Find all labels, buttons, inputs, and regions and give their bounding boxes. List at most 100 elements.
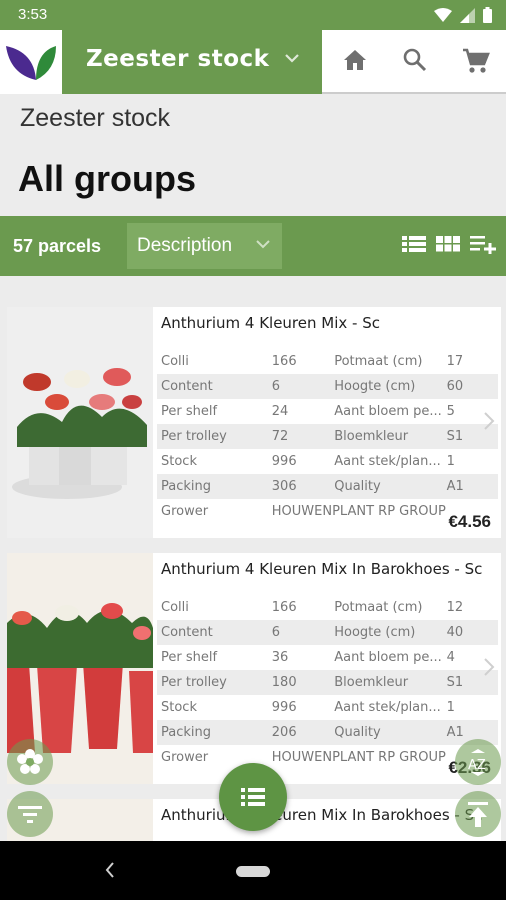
sort-dropdown[interactable]: Description (127, 223, 282, 269)
spec-label: Packing (157, 720, 268, 745)
cart-icon[interactable] (462, 47, 490, 75)
spec-row: Content 6 Hoogte (cm) 60 (157, 374, 498, 399)
spec-value: 206 (267, 720, 331, 745)
settings-fab[interactable] (7, 739, 53, 785)
scroll-top-fab[interactable] (455, 791, 501, 837)
home-icon[interactable] (342, 47, 368, 73)
spec-label: Hoogte (cm) (330, 620, 443, 645)
spec-value: 12 (446, 600, 464, 615)
chevron-right-icon[interactable] (483, 657, 495, 677)
page-title: All groups (18, 158, 196, 199)
product-image (7, 307, 153, 538)
flower-settings-icon (17, 749, 43, 774)
spec-label: Aant bloem pe... (334, 650, 442, 665)
sort-az-icon: AZ (468, 749, 486, 776)
spec-label: Aant stek/plan... (334, 700, 441, 715)
chevron-down-icon (256, 240, 270, 249)
leaf-logo-icon (6, 46, 56, 80)
spec-value: 1 (446, 700, 455, 715)
add-to-list-icon[interactable] (470, 234, 496, 254)
product-card[interactable]: Anthurium 4 Kleuren Mix - Sc Colli 166 Pot… (7, 307, 501, 538)
spec-row: Per trolley 72 Bloemkleur S1 (157, 424, 498, 449)
status-time: 3:53 (18, 6, 48, 23)
filter-bar: 57 parcels Description (0, 216, 506, 276)
spec-value: 72 (267, 424, 331, 449)
arrow-up-to-top-icon (468, 802, 488, 827)
app-title[interactable]: Zeester stock (86, 46, 269, 72)
spec-row: Grower HOUWENPLANT RP GROUP (157, 745, 498, 770)
spec-row: Per trolley 180 Bloemkleur S1 (157, 670, 498, 695)
spec-value: 6 (267, 374, 331, 399)
spec-row: Grower HOUWENPLANT RP GROUP (157, 499, 498, 524)
list-view-icon[interactable] (402, 234, 426, 254)
spec-label: Potmaat (cm) (334, 354, 423, 369)
back-icon[interactable] (104, 861, 116, 879)
spec-row: Packing 306 Quality A1 (157, 474, 498, 499)
system-nav-bar (0, 841, 506, 900)
wifi-icon (434, 8, 452, 22)
spec-label: Quality (330, 474, 443, 499)
spec-label: Aant bloem pe... (334, 404, 442, 419)
app-logo (0, 30, 62, 94)
chevron-right-icon[interactable] (483, 411, 495, 431)
app-bar: Zeester stock (0, 30, 506, 94)
spec-label: Aant stek/plan... (334, 454, 441, 469)
spec-row: Stock 996 Aant stek/plan... 1 (157, 449, 498, 474)
spec-value: 996 (271, 700, 297, 715)
spec-label: Hoogte (cm) (330, 374, 443, 399)
spec-label: Stock (161, 454, 197, 469)
product-specs: Colli 166 Potmaat (cm) 12 Content 6 Hoogte (c… (157, 595, 498, 770)
spec-value: 180 (267, 670, 331, 695)
search-icon[interactable] (402, 47, 428, 73)
product-name: Anthurium 4 Kleuren Mix - Sc (161, 314, 380, 332)
sort-az-fab[interactable]: AZ (455, 739, 501, 785)
spec-label: Content (157, 620, 268, 645)
menu-fab[interactable] (219, 763, 287, 831)
spec-row: Content 6 Hoogte (cm) 40 (157, 620, 498, 645)
home-pill[interactable] (236, 866, 270, 877)
product-name: Anthurium 4 Kleuren Mix In Barokhoes - S… (161, 560, 483, 578)
spec-row: Packing 206 Quality A1 (157, 720, 498, 745)
battery-icon (483, 7, 492, 23)
parcel-count: 57 parcels (13, 236, 102, 256)
spec-label: Per shelf (161, 650, 218, 665)
spec-label: Per trolley (157, 670, 268, 695)
svg-text:AZ: AZ (468, 758, 486, 773)
spec-row: Colli 166 Potmaat (cm) 17 (157, 349, 498, 374)
signal-icon (460, 7, 475, 23)
spec-value: 996 (271, 454, 297, 469)
spec-label: Colli (161, 354, 189, 369)
spec-value: 6 (267, 620, 331, 645)
view-toggles (402, 234, 496, 254)
spec-row: Stock 996 Aant stek/plan... 1 (157, 695, 498, 720)
spec-label: Bloemkleur (330, 670, 443, 695)
spec-label: Potmaat (cm) (334, 600, 423, 615)
product-card[interactable]: Anthurium 4 Kleuren Mix In Barokhoes - S… (7, 553, 501, 784)
spec-row: Colli 166 Potmaat (cm) 12 (157, 595, 498, 620)
status-bar: 3:53 (0, 0, 506, 30)
sort-label: Description (137, 235, 233, 256)
spec-value: 306 (267, 474, 331, 499)
filter-fab[interactable] (7, 791, 53, 837)
page-subtitle: Zeester stock (20, 104, 171, 132)
product-specs: Colli 166 Potmaat (cm) 17 Content 6 Hoogte (c… (157, 349, 498, 524)
grid-view-icon[interactable] (436, 234, 460, 254)
chevron-down-icon[interactable] (284, 52, 300, 64)
spec-label: Stock (161, 700, 197, 715)
spec-row: Per shelf 24 Aant bloem pe... 5 (157, 399, 498, 424)
app-actions (322, 30, 506, 94)
product-price: €4.56 (448, 512, 491, 531)
spec-label: Content (157, 374, 268, 399)
spec-value: 17 (446, 354, 464, 369)
filter-icon (18, 806, 42, 823)
grower-label: Grower (161, 504, 209, 519)
spec-label: Bloemkleur (330, 424, 443, 449)
spec-value: 166 (271, 600, 297, 615)
spec-value: A1 (442, 474, 498, 499)
spec-label: Quality (330, 720, 443, 745)
spec-value: 40 (442, 620, 498, 645)
product-name: Anthurium 4 Kleuren Mix In Barokhoes - S… (161, 806, 483, 824)
spec-value: 166 (271, 354, 297, 369)
spec-value: 1 (446, 454, 455, 469)
list-icon (241, 788, 265, 806)
